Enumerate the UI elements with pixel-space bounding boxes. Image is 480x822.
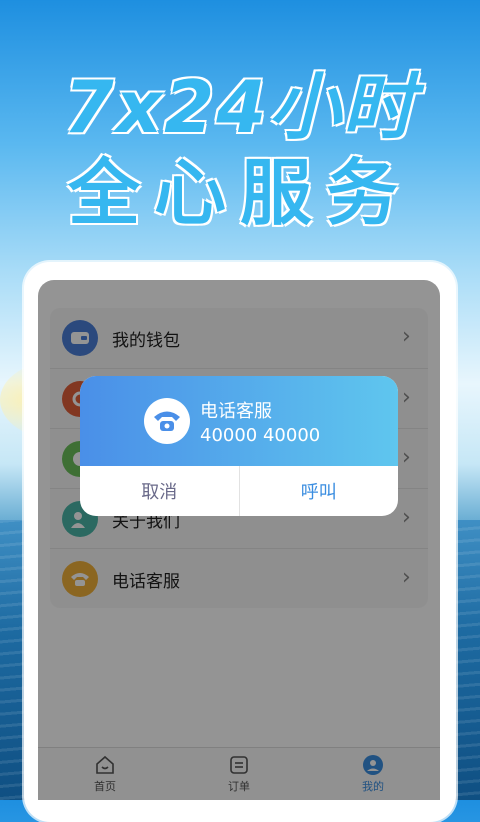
call-button[interactable]: 呼叫	[240, 466, 399, 516]
dialog-title: 电话客服	[200, 400, 272, 422]
dialog-text: 电话客服 40000 40000	[200, 397, 320, 446]
headline-line2: 全心服务	[67, 151, 412, 235]
dialog-header: 电话客服 40000 40000	[80, 376, 398, 466]
dialog-buttons: 取消 呼叫	[80, 466, 398, 516]
cancel-button[interactable]: 取消	[80, 466, 240, 516]
dialog-phone-number: 40000 40000	[200, 424, 321, 446]
telephone-icon	[144, 398, 190, 444]
phone-service-dialog: 电话客服 40000 40000 取消 呼叫	[80, 376, 398, 516]
modal-overlay[interactable]	[38, 280, 440, 800]
app-screen: 我的钱包 › › › 关于我们 › 电话客服 › 首页 订单 我的	[38, 280, 440, 800]
